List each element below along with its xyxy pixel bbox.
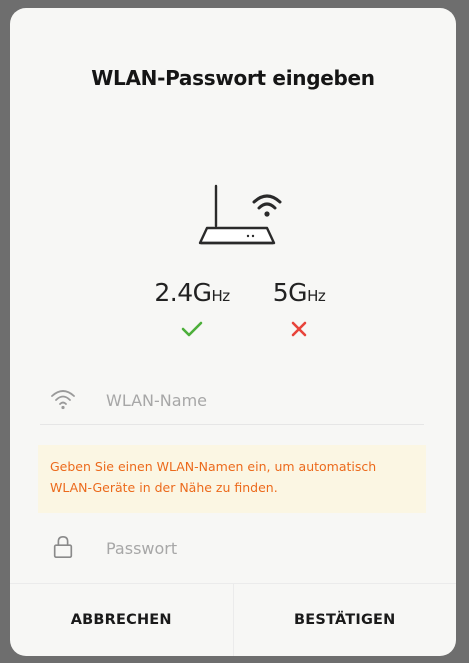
band-2-4ghz-label: 2.4G — [154, 278, 212, 307]
dialog-title: WLAN-Passwort eingeben — [91, 66, 375, 90]
password-input[interactable] — [104, 534, 408, 562]
wifi-hint-message: Geben Sie einen WLAN-Namen ein, um autom… — [38, 445, 426, 513]
band-5ghz-label: 5G — [272, 278, 308, 307]
band-2-4ghz-unit: Hz — [211, 287, 230, 305]
check-icon — [181, 321, 203, 337]
wifi-icon — [51, 390, 75, 410]
confirm-button[interactable]: BESTÄTIGEN — [232, 584, 457, 656]
lock-icon — [53, 536, 73, 558]
band-5ghz-unit: Hz — [307, 287, 326, 305]
wifi-name-field[interactable] — [40, 374, 424, 425]
cancel-button[interactable]: ABBRECHEN — [10, 584, 233, 656]
band-indicator: 2.4GHz 5GHz — [10, 278, 456, 358]
band-5ghz: 5GHz — [249, 278, 349, 341]
cross-icon — [291, 321, 307, 337]
password-field[interactable] — [40, 522, 424, 572]
router-icon — [198, 184, 282, 245]
wifi-password-dialog: WLAN-Passwort eingeben 2.4GHz 5GHz WLAN-… — [10, 8, 456, 656]
dialog-buttons: ABBRECHEN BESTÄTIGEN — [10, 583, 456, 656]
wifi-name-input[interactable] — [104, 386, 408, 414]
band-2-4ghz: 2.4GHz — [142, 278, 242, 341]
